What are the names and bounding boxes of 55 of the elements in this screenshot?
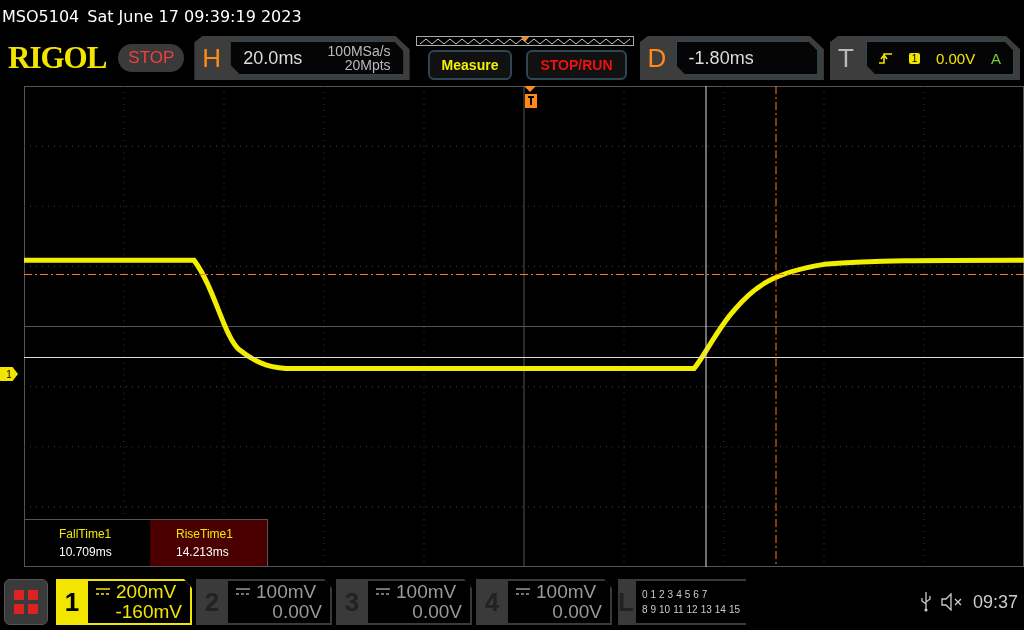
channel-scale: 100mV bbox=[536, 582, 597, 602]
channel-offset: 0.00V bbox=[412, 602, 462, 622]
clock-time: 09:37 bbox=[972, 591, 1018, 613]
logic-bit-label: 14 bbox=[714, 604, 726, 615]
dc-coupling-icon bbox=[96, 588, 110, 596]
logic-bit-label: 3 bbox=[667, 589, 674, 600]
logic-bit-label: 2 bbox=[659, 589, 665, 600]
measurement-item[interactable]: RiseTime1 14.213ms bbox=[150, 520, 267, 566]
run-state-badge: STOP bbox=[118, 44, 185, 72]
channel-card[interactable]: 1 200mV -160mV bbox=[56, 579, 192, 625]
logic-bit-label: 15 bbox=[728, 604, 741, 615]
logic-bit-label: 8 bbox=[641, 604, 648, 615]
channel-marker[interactable]: 1 bbox=[0, 367, 18, 381]
logic-bit-label: 12 bbox=[686, 604, 698, 615]
horizontal-panel[interactable]: H 20.0ms 100MSa/s 20Mpts bbox=[194, 36, 410, 80]
trigger-panel[interactable]: T 1 0.00V A bbox=[829, 36, 1020, 80]
logic-bit-label: 13 bbox=[700, 604, 712, 615]
logic-bit-label: 9 bbox=[650, 604, 656, 615]
logic-bit-label: 6 bbox=[693, 589, 699, 600]
measurement-item[interactable]: FallTime1 10.709ms bbox=[33, 520, 150, 566]
logic-bit-label: 11 bbox=[673, 604, 684, 615]
muted-speaker-icon bbox=[940, 593, 963, 611]
trigger-source: 1 bbox=[908, 52, 921, 64]
usb-icon bbox=[920, 592, 931, 612]
sample-rate: 100MSa/s bbox=[327, 44, 391, 58]
date-time: Sat June 17 09:39:19 2023 bbox=[87, 6, 302, 26]
logic-bit-label: 1 bbox=[650, 589, 656, 600]
timebase-value: 20.0ms bbox=[243, 47, 303, 69]
channel-scale: 100mV bbox=[256, 582, 317, 602]
logic-bit-label: 4 bbox=[676, 589, 682, 600]
measure-button[interactable]: Measure bbox=[427, 50, 513, 80]
delay-value: -1.80ms bbox=[688, 47, 754, 69]
brand-logo: RIGOL bbox=[8, 40, 107, 76]
logic-bit-label: 5 bbox=[684, 589, 691, 600]
logic-bit-label: 10 bbox=[659, 604, 671, 615]
trigger-level: 0.00V bbox=[936, 49, 976, 67]
cursor-line[interactable] bbox=[24, 273, 1024, 275]
logic-bit-label: 7 bbox=[701, 589, 708, 600]
stop-run-button[interactable]: STOP/RUN bbox=[526, 50, 627, 80]
model-name: MSO5104 bbox=[2, 6, 80, 26]
channel-offset: 0.00V bbox=[552, 602, 602, 622]
memory-depth: 20Mpts bbox=[344, 58, 391, 72]
channel-scale: 200mV bbox=[116, 582, 177, 602]
dc-coupling-icon bbox=[516, 588, 530, 596]
channel-offset: 0.00V bbox=[272, 602, 322, 622]
menu-grid-icon bbox=[13, 589, 39, 615]
delay-panel[interactable]: D -1.80ms bbox=[639, 36, 824, 80]
trigger-mode: A bbox=[990, 49, 1001, 67]
dc-coupling-icon bbox=[236, 588, 250, 596]
trigger-position-marker[interactable] bbox=[524, 86, 537, 109]
rising-edge-icon bbox=[878, 52, 893, 64]
logic-bit-label: 0 bbox=[641, 589, 648, 600]
channel-offset: -160mV bbox=[115, 602, 182, 622]
channel-scale: 100mV bbox=[396, 582, 457, 602]
dc-coupling-icon bbox=[376, 588, 390, 596]
